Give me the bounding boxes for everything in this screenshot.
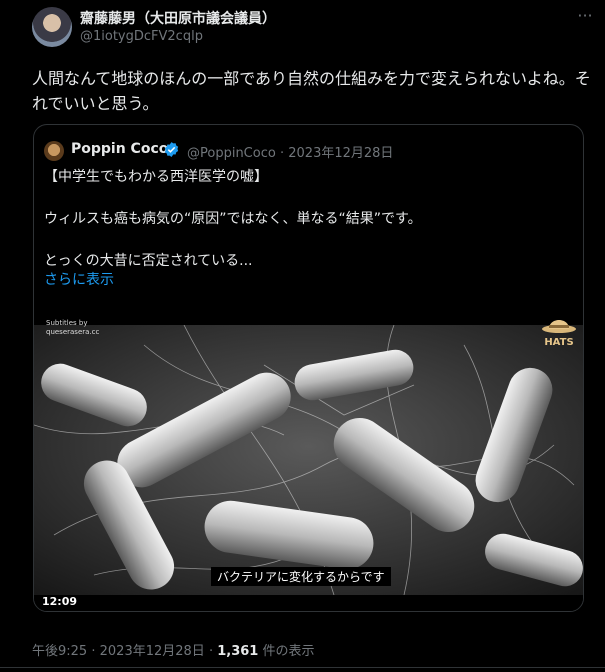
verified-badge-icon: [164, 142, 179, 157]
bacteria-video-frame: [34, 325, 583, 595]
tweet-time[interactable]: 午後9:25: [32, 644, 87, 659]
quoted-line: [44, 230, 572, 251]
subtitles-credit: Subtitles by queserasera.cc: [46, 319, 99, 337]
quoted-line: 【中学生でもわかる西洋医学の嘘】: [44, 169, 268, 185]
quoted-text: 【中学生でもわかる西洋医学の嘘】 ウィルスも癌も病気の“原因”ではなく、単なる“…: [44, 167, 572, 272]
avatar[interactable]: [32, 7, 72, 47]
more-options-icon[interactable]: ···: [573, 6, 597, 26]
divider: [0, 667, 605, 668]
quoted-line: [44, 188, 572, 209]
quoted-handle[interactable]: @PoppinCoco: [187, 146, 276, 161]
video-player[interactable]: Subtitles by queserasera.cc HATS バクテリアに変…: [34, 305, 583, 611]
subtitles-by-label: Subtitles by: [46, 319, 88, 327]
footer-separator: ·: [91, 644, 96, 659]
quoted-author-name[interactable]: Poppin Coco: [71, 141, 168, 157]
video-duration: 12:09: [42, 595, 78, 608]
hats-logo: HATS: [542, 320, 576, 348]
tweet-text: 人間なんて地球のほんの一部であり自然の仕組みを力で変えられないよね。それでいいと…: [32, 69, 591, 113]
quoted-date[interactable]: 2023年12月28日: [288, 146, 393, 161]
quoted-meta: @PoppinCoco · 2023年12月28日: [187, 142, 393, 161]
subtitles-site: queserasera.cc: [46, 328, 100, 336]
footer-separator: ·: [208, 644, 214, 659]
meta-separator: ·: [279, 146, 285, 161]
quoted-avatar[interactable]: [44, 141, 64, 161]
show-more-link[interactable]: さらに表示: [44, 269, 114, 289]
author-handle[interactable]: @1iotygDcFV2cqlp: [80, 29, 203, 44]
tweet-footer: 午後9:25 · 2023年12月28日 · 1,361 件の表示: [32, 640, 315, 659]
quoted-tweet[interactable]: Poppin Coco @PoppinCoco · 2023年12月28日 【中…: [33, 124, 584, 612]
quoted-line: ウィルスも癌も病気の“原因”ではなく、単なる“結果”です。: [44, 211, 422, 227]
author-name[interactable]: 齋藤藤男（大田原市議会議員）: [80, 8, 276, 28]
quoted-line: とっくの大昔に否定されている...: [44, 253, 253, 269]
video-caption: バクテリアに変化するからです: [211, 567, 391, 586]
tweet-date[interactable]: 2023年12月28日: [100, 644, 205, 659]
views-count[interactable]: 1,361: [217, 644, 258, 659]
views-label: 件の表示: [262, 644, 315, 659]
hats-logo-text: HATS: [544, 337, 573, 348]
